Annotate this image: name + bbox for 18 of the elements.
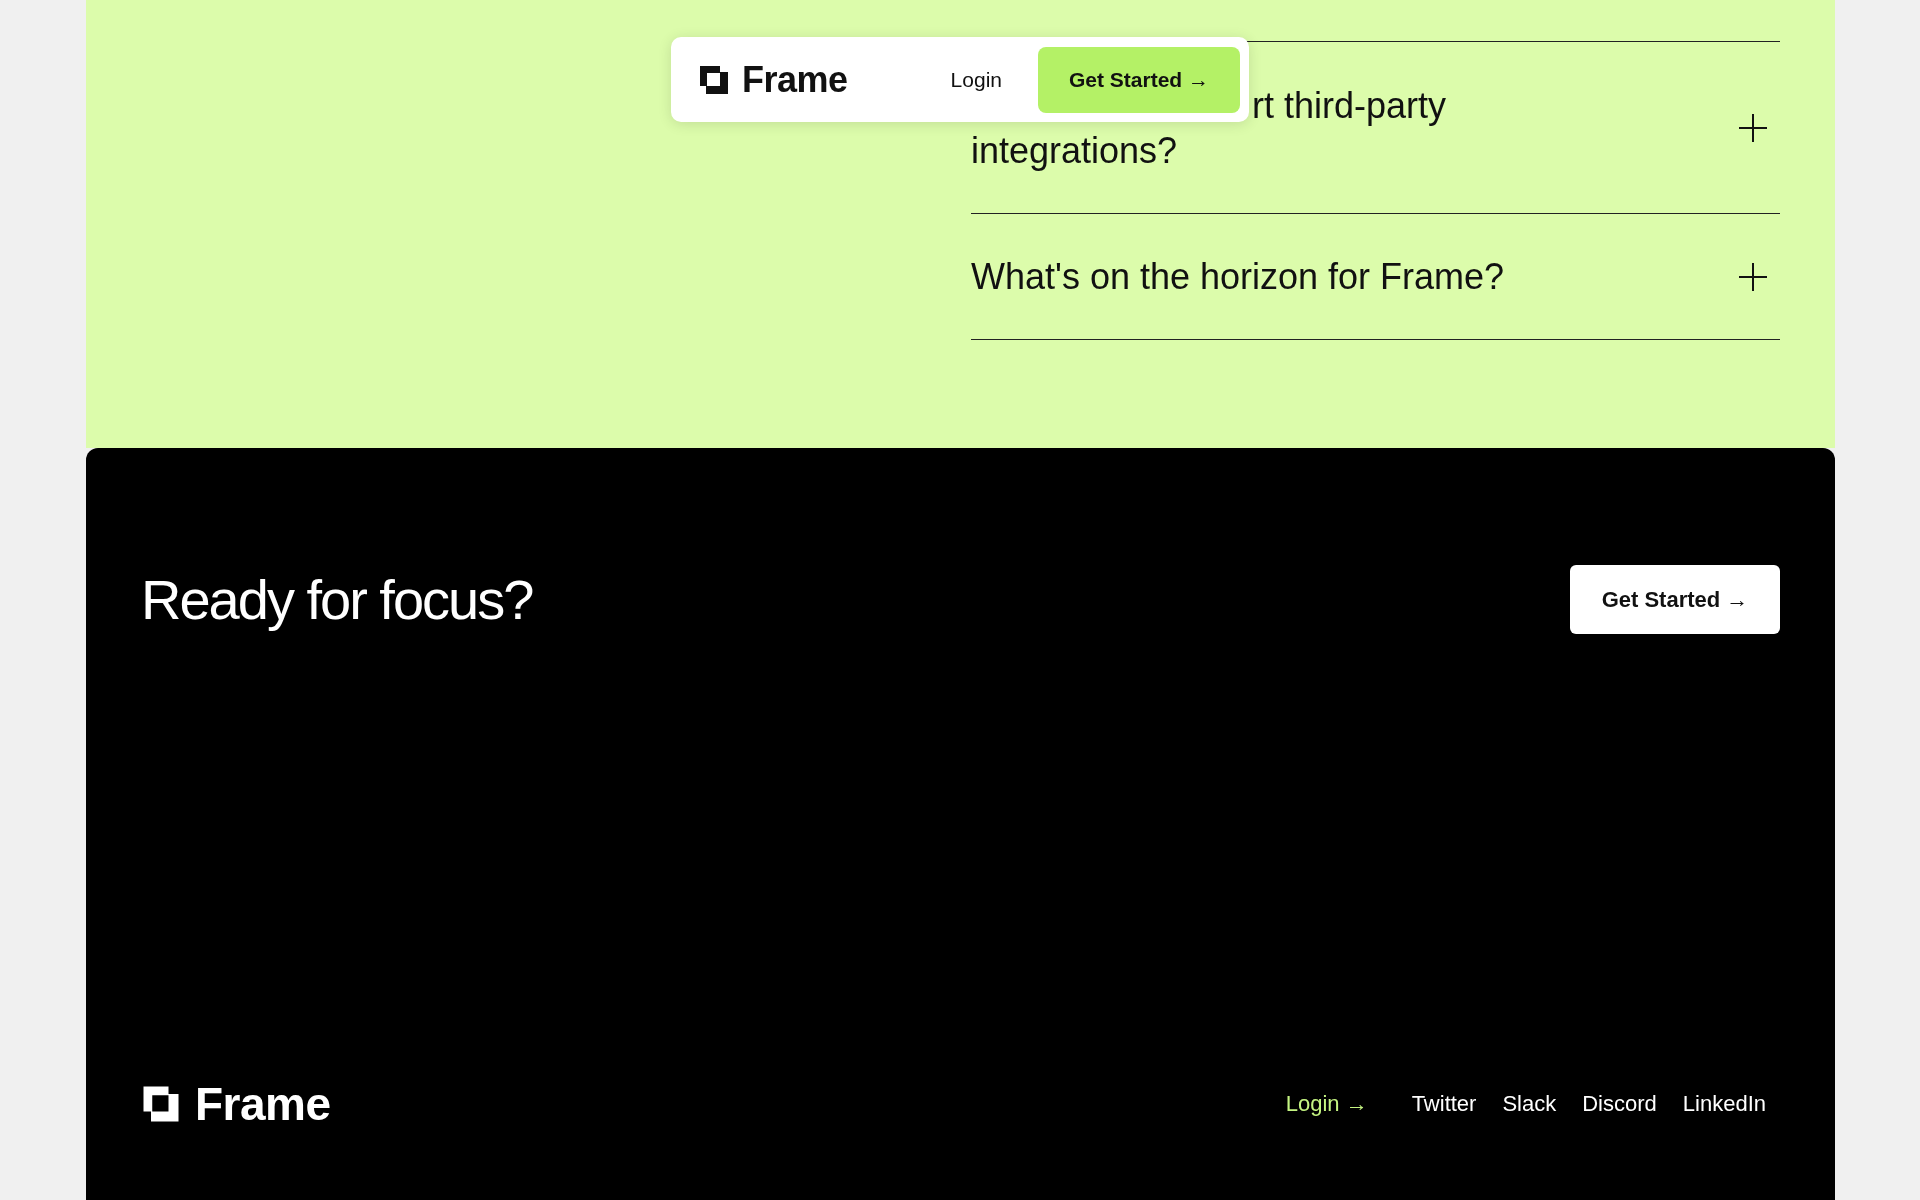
footer-link[interactable]: Discord	[1582, 1091, 1657, 1117]
faq-question[interactable]: integrations?	[971, 127, 1178, 173]
brand-name: Frame	[195, 1077, 331, 1131]
get-started-button[interactable]: Get Started →	[1038, 46, 1240, 113]
get-started-button[interactable]: Get Started →	[1570, 565, 1780, 634]
plus-icon[interactable]	[1738, 261, 1768, 292]
footer-link[interactable]: Twitter	[1411, 1091, 1477, 1117]
login-link[interactable]: Login	[950, 67, 1002, 92]
logo-icon	[141, 1084, 181, 1124]
faq-question[interactable]: rt third-party	[1252, 82, 1447, 128]
cta-heading: Ready for focus?	[141, 567, 533, 632]
plus-icon[interactable]	[1738, 112, 1768, 143]
login-link[interactable]: Login →	[1285, 1091, 1368, 1117]
footer-link[interactable]: LinkedIn	[1682, 1091, 1766, 1117]
footer-link[interactable]: Slack	[1502, 1091, 1557, 1117]
faq-question[interactable]: What's on the horizon for Frame?	[971, 254, 1505, 299]
brand-name: Frame	[742, 58, 848, 101]
logo-icon	[698, 63, 730, 96]
